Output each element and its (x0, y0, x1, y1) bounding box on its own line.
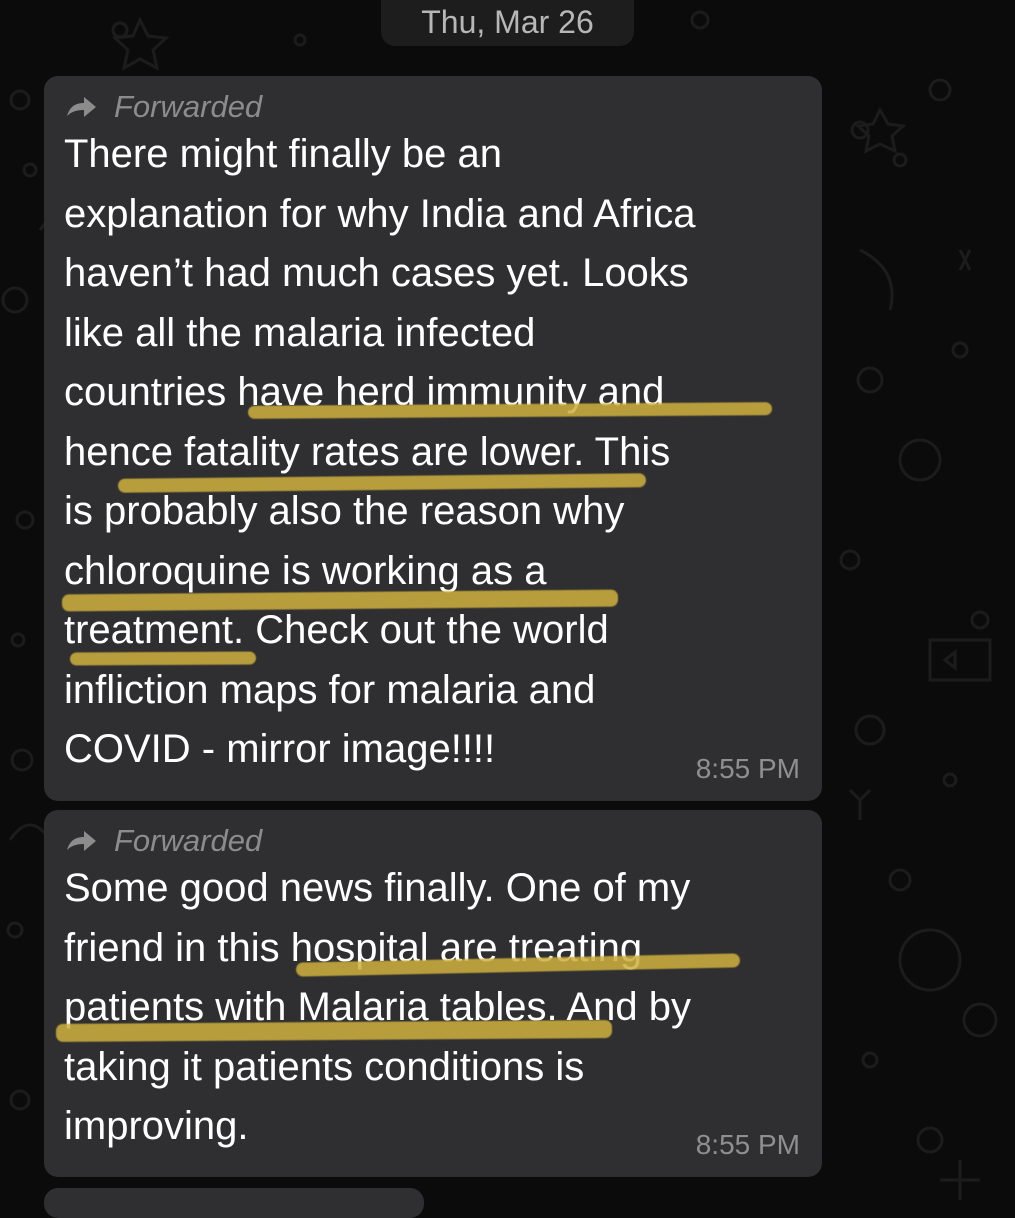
forward-arrow-icon (67, 97, 96, 117)
date-separator: Thu, Mar 26 (381, 0, 634, 46)
message-bubble[interactable]: Forwarded There might finally be an expl… (44, 76, 822, 801)
message-text: There might finally be an explanation fo… (64, 132, 696, 771)
forwarded-label: Forwarded (64, 89, 802, 124)
highlight-mark (69, 651, 257, 666)
forwarded-label: Forwarded (64, 823, 802, 858)
next-message-bubble[interactable] (44, 1188, 424, 1218)
forwarded-text: Forwarded (114, 823, 263, 858)
message-text: Some good news finally. One of my friend… (64, 866, 692, 1148)
message-bubble[interactable]: Forwarded Some good news finally. One of… (44, 810, 822, 1177)
forwarded-text: Forwarded (114, 89, 263, 124)
forward-arrow-icon (67, 831, 96, 851)
